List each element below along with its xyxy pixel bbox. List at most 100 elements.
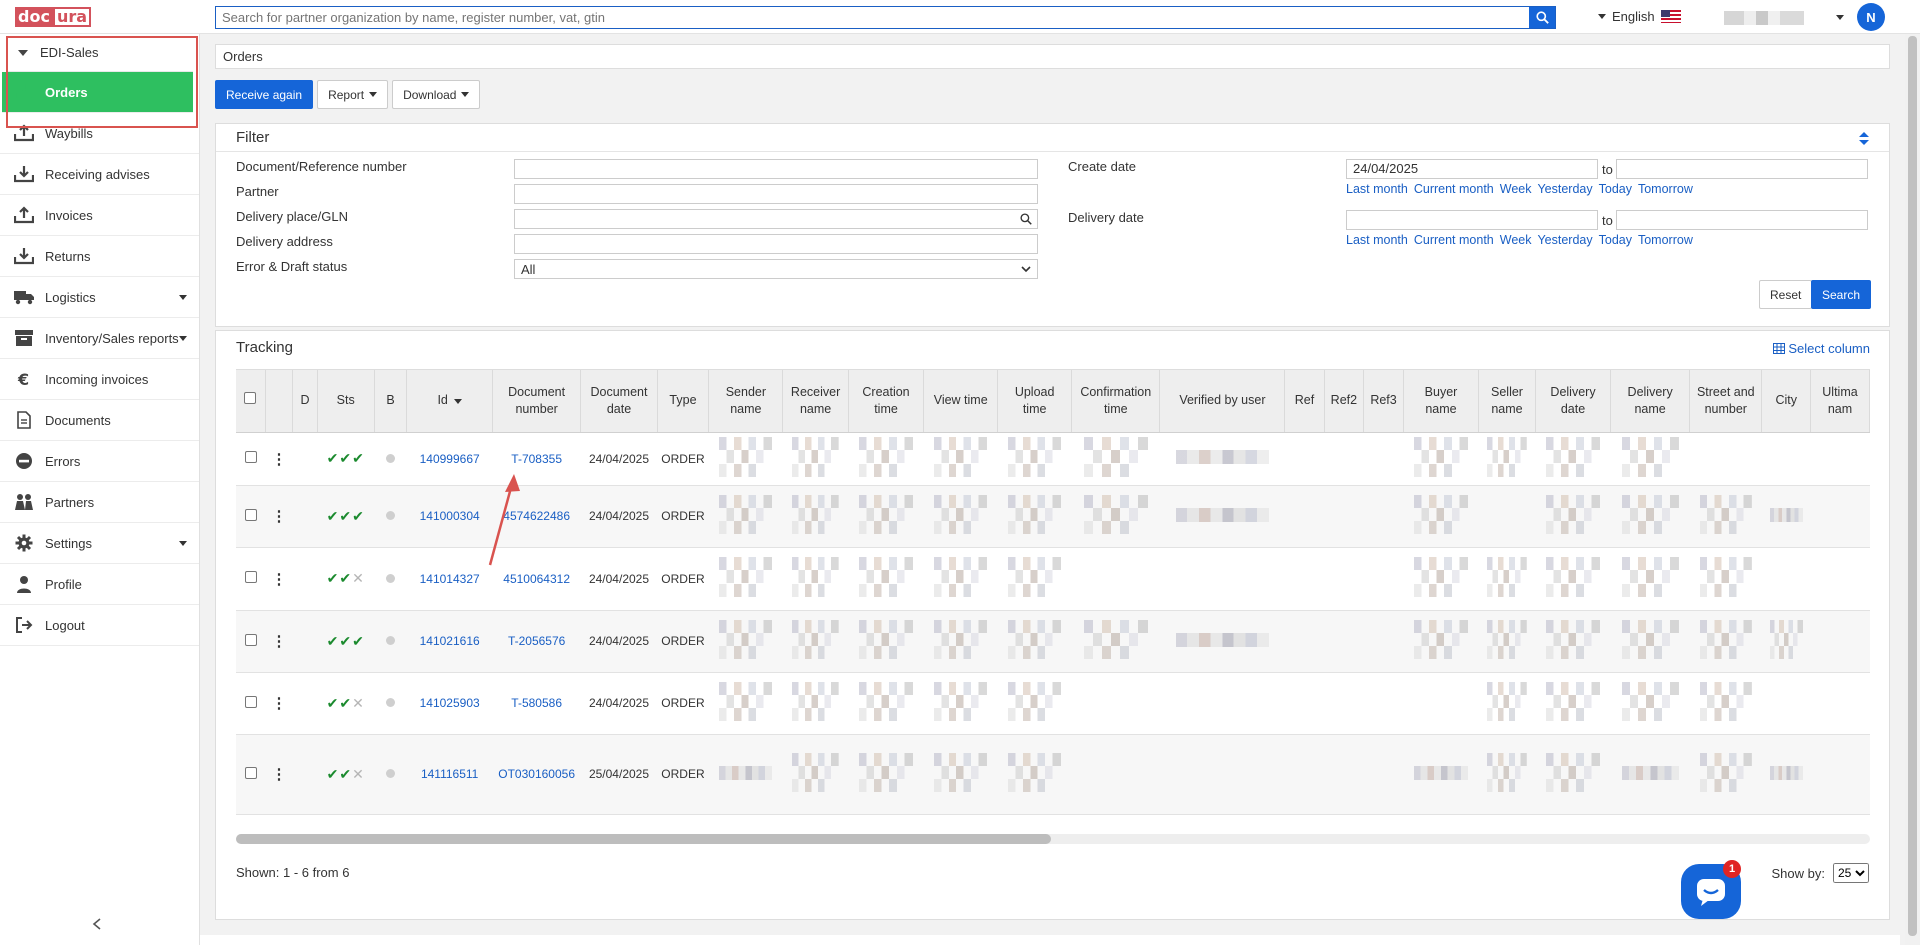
- quick-range-week[interactable]: Week: [1500, 233, 1532, 247]
- column-header-city[interactable]: City: [1761, 370, 1811, 433]
- scrollbar-thumb[interactable]: [236, 834, 1051, 844]
- logo[interactable]: doc ura: [15, 7, 92, 27]
- partner-search-input[interactable]: [216, 7, 1529, 28]
- row-checkbox[interactable]: [244, 766, 257, 779]
- column-header-type[interactable]: Type: [657, 370, 710, 433]
- column-header-receiver-name[interactable]: Receiver name: [782, 370, 849, 433]
- kebab-menu-icon[interactable]: ⋮: [272, 766, 287, 783]
- column-header-seller-name[interactable]: Seller name: [1478, 370, 1536, 433]
- sidebar-item-settings[interactable]: Settings: [0, 523, 199, 564]
- delivery-address-input[interactable]: [514, 234, 1038, 254]
- sidebar-item-invoices[interactable]: Invoices: [0, 195, 199, 236]
- order-id-link[interactable]: 140999667: [420, 452, 480, 466]
- row-checkbox[interactable]: [244, 451, 257, 463]
- column-header-creation-time[interactable]: Creation time: [848, 370, 925, 433]
- order-id-link[interactable]: 141025903: [420, 696, 480, 710]
- column-header-id[interactable]: Id: [406, 370, 493, 433]
- sidebar-item-logout[interactable]: Logout: [0, 605, 199, 646]
- sidebar-item-documents[interactable]: Documents: [0, 400, 199, 441]
- vertical-scrollbar-thumb[interactable]: [1908, 36, 1917, 936]
- row-checkbox[interactable]: [244, 571, 257, 583]
- table-row[interactable]: ⋮ ✔✔✔ 141021616 T-2056576 24/04/2025 ORDER: [236, 610, 1870, 673]
- column-header-ref2[interactable]: Ref2: [1324, 370, 1365, 433]
- row-checkbox[interactable]: [244, 695, 257, 708]
- kebab-menu-icon[interactable]: ⋮: [272, 571, 287, 588]
- quick-range-today[interactable]: Today: [1599, 182, 1632, 196]
- select-all-checkbox[interactable]: [244, 392, 257, 405]
- column-header-street-and-number[interactable]: Street and number: [1689, 370, 1763, 433]
- quick-range-last-month[interactable]: Last month: [1346, 182, 1408, 196]
- column-header-sender-name[interactable]: Sender name: [708, 370, 784, 433]
- sidebar-item-profile[interactable]: Profile: [0, 564, 199, 605]
- kebab-menu-icon[interactable]: ⋮: [272, 695, 287, 712]
- column-header-d[interactable]: D: [292, 370, 318, 433]
- create-date-to-input[interactable]: [1616, 159, 1868, 179]
- partner-input[interactable]: [514, 184, 1038, 204]
- quick-range-current-month[interactable]: Current month: [1414, 182, 1494, 196]
- quick-range-tomorrow[interactable]: Tomorrow: [1638, 233, 1693, 247]
- sidebar-item-receiving-advises[interactable]: Receiving advises: [0, 154, 199, 195]
- reset-button[interactable]: Reset: [1759, 280, 1813, 309]
- column-header-delivery-date[interactable]: Delivery date: [1535, 370, 1612, 433]
- sidebar-item-logistics[interactable]: Logistics: [0, 277, 199, 318]
- table-row[interactable]: ⋮ ✔✔✕ 141116511 OT030160056 25/04/2025 ORDER: [236, 734, 1870, 815]
- quick-range-current-month[interactable]: Current month: [1414, 233, 1494, 247]
- search-filter-button[interactable]: Search: [1811, 280, 1872, 309]
- column-header-buyer-name[interactable]: Buyer name: [1403, 370, 1480, 433]
- column-header-ultima-nam[interactable]: Ultima nam: [1810, 370, 1870, 433]
- horizontal-scrollbar[interactable]: [236, 834, 1870, 844]
- sidebar-item-partners[interactable]: Partners: [0, 482, 199, 523]
- collapse-sidebar-icon[interactable]: [92, 917, 102, 935]
- sidebar-item-errors[interactable]: Errors: [0, 441, 199, 482]
- order-id-link[interactable]: 141000304: [420, 509, 480, 523]
- user-name-blurred[interactable]: [1724, 11, 1804, 25]
- column-header-delivery-name[interactable]: Delivery name: [1610, 370, 1691, 433]
- user-menu-chevron-icon[interactable]: [1836, 15, 1844, 20]
- receive-again-button[interactable]: Receive again: [215, 80, 314, 109]
- order-id-link[interactable]: 141021616: [420, 634, 480, 648]
- search-button[interactable]: [1529, 7, 1555, 28]
- kebab-menu-icon[interactable]: ⋮: [272, 633, 287, 650]
- download-button[interactable]: Download: [392, 80, 481, 109]
- quick-range-yesterday[interactable]: Yesterday: [1537, 182, 1592, 196]
- kebab-menu-icon[interactable]: ⋮: [272, 508, 287, 525]
- delivery-date-from-input[interactable]: [1346, 210, 1598, 230]
- document-reference-input[interactable]: [514, 159, 1038, 179]
- report-button[interactable]: Report: [317, 80, 389, 109]
- document-number-link[interactable]: T-708355: [511, 452, 562, 466]
- order-id-link[interactable]: 141116511: [421, 767, 478, 781]
- column-header-confirmation-time[interactable]: Confirmation time: [1071, 370, 1161, 433]
- create-date-from-input[interactable]: 24/04/2025: [1346, 159, 1598, 179]
- document-number-link[interactable]: T-2056576: [508, 634, 565, 648]
- quick-range-week[interactable]: Week: [1500, 182, 1532, 196]
- sort-toggle-icon[interactable]: [1859, 132, 1869, 145]
- quick-range-tomorrow[interactable]: Tomorrow: [1638, 182, 1693, 196]
- document-number-link[interactable]: 4510064312: [503, 572, 570, 586]
- error-draft-status-select[interactable]: All: [514, 259, 1038, 279]
- column-header-view-time[interactable]: View time: [923, 370, 999, 433]
- document-number-link[interactable]: T-580586: [511, 696, 562, 710]
- column-header-verified-by-user[interactable]: Verified by user: [1159, 370, 1286, 433]
- column-header-document-date[interactable]: Document date: [580, 370, 658, 433]
- column-header-ref[interactable]: Ref: [1284, 370, 1325, 433]
- quick-range-yesterday[interactable]: Yesterday: [1537, 233, 1592, 247]
- show-by-select[interactable]: 25: [1833, 863, 1869, 883]
- row-checkbox[interactable]: [244, 633, 257, 646]
- column-header-sts[interactable]: Sts: [317, 370, 375, 433]
- quick-range-last-month[interactable]: Last month: [1346, 233, 1408, 247]
- column-header-b[interactable]: B: [374, 370, 408, 433]
- language-selector[interactable]: English: [1598, 9, 1681, 24]
- quick-range-today[interactable]: Today: [1599, 233, 1632, 247]
- vertical-scrollbar[interactable]: [1905, 34, 1920, 945]
- table-row[interactable]: ⋮ ✔✔✕ 141025903 T-580586 24/04/2025 ORDER: [236, 672, 1870, 735]
- document-number-link[interactable]: OT030160056: [498, 767, 575, 781]
- order-id-link[interactable]: 141014327: [420, 572, 480, 586]
- sidebar-item-returns[interactable]: Returns: [0, 236, 199, 277]
- column-header-ref3[interactable]: Ref3: [1363, 370, 1404, 433]
- column-header-upload-time[interactable]: Upload time: [997, 370, 1073, 433]
- sidebar-item-incoming-invoices[interactable]: € Incoming invoices: [0, 359, 199, 400]
- delivery-place-input[interactable]: [514, 209, 1038, 229]
- delivery-date-to-input[interactable]: [1616, 210, 1868, 230]
- kebab-menu-icon[interactable]: ⋮: [272, 451, 287, 468]
- select-column-link[interactable]: Select column: [1773, 341, 1870, 356]
